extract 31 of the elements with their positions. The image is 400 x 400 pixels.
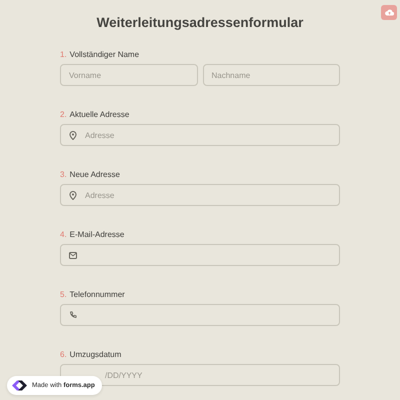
question-number: 6.	[60, 350, 67, 359]
input-field[interactable]: Vorname	[60, 64, 198, 86]
input-field[interactable]: Adresse	[60, 124, 340, 146]
form-title: Weiterleitungsadressenformular	[96, 14, 304, 30]
placeholder-text: /DD/YYYY	[105, 370, 142, 380]
question-number: 3.	[60, 170, 67, 179]
logo-icon	[11, 378, 28, 393]
phone-icon	[69, 311, 77, 319]
question-label: Aktuelle Adresse	[70, 110, 130, 119]
input-field[interactable]	[60, 304, 340, 326]
placeholder-text: Vorname	[69, 70, 102, 80]
question-number: 4.	[60, 230, 67, 239]
input-field[interactable]: Nachname	[202, 64, 340, 86]
question-label: Umzugsdatum	[70, 350, 122, 359]
placeholder-text: Nachname	[212, 70, 250, 80]
location-pin-icon	[69, 190, 77, 200]
question-label: E-Mail-Adresse	[70, 230, 124, 239]
upload-button[interactable]	[381, 5, 397, 20]
placeholder-text: Adresse	[85, 190, 114, 200]
question-label: Vollständiger Name	[70, 50, 140, 59]
placeholder-text: Adresse	[85, 130, 114, 140]
question-label: Neue Adresse	[70, 170, 120, 179]
question-number: 2.	[60, 110, 67, 119]
envelope-icon	[69, 252, 77, 258]
cloud-icon	[384, 9, 394, 16]
input-field[interactable]	[60, 244, 340, 266]
question-label: Telefonnummer	[70, 290, 125, 299]
question-number: 5.	[60, 290, 67, 299]
question-number: 1.	[60, 50, 67, 59]
input-field[interactable]: Adresse	[60, 184, 340, 206]
location-pin-icon	[69, 130, 77, 140]
